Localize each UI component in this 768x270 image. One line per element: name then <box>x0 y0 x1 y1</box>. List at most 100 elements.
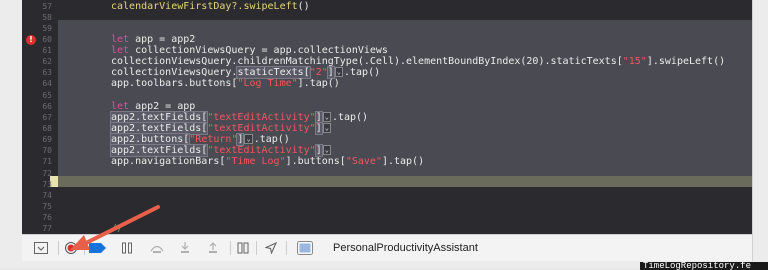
code-token[interactable]: app2.textFields[ <box>109 110 209 124</box>
step-out-icon <box>209 242 217 253</box>
code-text[interactable]: app2.buttons["Return"] ⌄ .tap() <box>109 133 290 147</box>
code-line[interactable]: 75 <box>22 201 752 212</box>
code-token: app = app2 <box>129 33 196 45</box>
code-token: "Time Log" <box>225 156 286 168</box>
app-icon <box>297 241 313 255</box>
code-editor[interactable]: 57 calendarViewFirstDay?.swipeLeft() 58 59 6… <box>22 0 752 234</box>
code-line[interactable]: 73 <box>22 179 752 190</box>
code-token: "15" <box>622 56 647 68</box>
code-token: // <box>111 223 124 234</box>
code-text[interactable]: app2.textFields["textEditActivity"] ⌄ <box>109 122 332 136</box>
code-token: app.toolbars.buttons[ <box>111 78 238 90</box>
tooltip: TimeLogRepository.fe <box>640 262 768 270</box>
line-number: 70 <box>42 146 52 156</box>
code-line[interactable]: 64 app.toolbars.buttons["Log Time"].tap() <box>22 78 752 89</box>
code-token: ].tap() <box>297 78 340 90</box>
line-number: 61 <box>42 46 52 56</box>
hide-debug-area-button[interactable] <box>30 239 52 257</box>
code-text[interactable]: let collectionViewsQuery = app.collectio… <box>111 45 388 56</box>
code-line[interactable]: 57 calendarViewFirstDay?.swipeLeft() <box>22 1 752 12</box>
code-token[interactable]: app2.textFields[ <box>109 122 209 136</box>
simulate-location-button[interactable] <box>262 239 280 257</box>
code-text[interactable]: let app2 = app <box>111 101 195 112</box>
code-line[interactable]: 68 app2.textFields["textEditActivity"] ⌄ <box>22 122 752 136</box>
code-line[interactable]: 60 let app = app2 <box>22 34 752 45</box>
pause-icon <box>122 242 132 254</box>
code-token[interactable]: ] <box>326 66 335 80</box>
code-token: "textEditActivity" <box>207 111 316 123</box>
separator <box>286 241 287 255</box>
code-text[interactable]: collectionViewsQuery.childrenMatchingTyp… <box>111 56 725 67</box>
line-number: 77 <box>42 224 52 234</box>
error-icon[interactable]: ! <box>26 35 36 45</box>
pause-continue-button[interactable] <box>118 239 136 257</box>
step-over-icon <box>150 245 164 253</box>
hide-debug-area-icon <box>34 242 48 254</box>
token-menu-chevron-icon[interactable]: ⌄ <box>322 145 331 156</box>
code-token: collectionViewsQuery = app.collectionVie… <box>129 45 388 57</box>
step-over-button <box>148 239 166 257</box>
code-line[interactable]: 66 let app2 = app <box>22 101 752 112</box>
code-line[interactable]: 72 <box>22 168 752 179</box>
code-line[interactable]: 65 <box>22 90 752 101</box>
code-token: "textEditActivity" <box>207 145 316 157</box>
code-token: () <box>297 0 310 12</box>
code-line[interactable]: 58 <box>22 12 752 23</box>
step-into-button <box>176 239 194 257</box>
line-number: 65 <box>42 90 52 100</box>
line-number: 71 <box>42 157 52 167</box>
code-line[interactable]: 69 app2.buttons["Return"] ⌄ .tap() <box>22 133 752 147</box>
code-line[interactable]: 59 <box>22 23 752 34</box>
step-out-button <box>204 239 222 257</box>
code-line[interactable]: 76 <box>22 212 752 223</box>
code-line[interactable]: 61 let collectionViewsQuery = app.collect… <box>22 45 752 56</box>
code-text[interactable]: app2.textFields["textEditActivity"] ⌄ <box>109 144 332 158</box>
code-token: "Save" <box>345 156 382 168</box>
code-token[interactable]: ] <box>314 110 323 124</box>
view-debugger-button[interactable] <box>234 239 252 257</box>
code-token: let <box>111 100 130 112</box>
record-ui-test-button[interactable] <box>62 239 80 257</box>
breakpoints-toggle-button[interactable] <box>88 239 108 257</box>
code-text[interactable]: collectionViewsQuery.staticTexts["2"] ⌄ .t… <box>111 66 380 80</box>
line-number: 74 <box>42 190 52 200</box>
code-text[interactable]: calendarViewFirstDay?.swipeLeft() <box>111 1 310 12</box>
code-text[interactable]: app.navigationBars["Time Log"].buttons["… <box>111 156 424 167</box>
code-text[interactable]: // <box>111 223 123 234</box>
token-menu-chevron-icon[interactable]: ⌄ <box>322 111 331 122</box>
code-token: .tap() <box>331 111 369 123</box>
right-pane-edge <box>752 0 768 268</box>
code-text[interactable]: app2.textFields["textEditActivity"] ⌄ .tap… <box>109 110 369 124</box>
line-number: 72 <box>42 168 52 178</box>
code-token[interactable]: ] <box>314 144 323 158</box>
code-line[interactable]: 63 collectionViewsQuery.staticTexts["2"] ⌄… <box>22 66 752 80</box>
line-number: 73 <box>42 179 52 189</box>
separator <box>256 241 257 255</box>
code-text[interactable]: let app = app2 <box>111 34 195 45</box>
code-line[interactable]: 71 app.navigationBars["Time Log"].buttons… <box>22 156 752 167</box>
token-menu-chevron-icon[interactable]: ⌄ <box>322 123 331 134</box>
line-number: 67 <box>42 112 52 122</box>
code-token: swipeLeft <box>243 0 298 12</box>
separator <box>58 241 59 255</box>
separator <box>84 241 85 255</box>
line-number: 66 <box>42 101 52 111</box>
code-line[interactable]: 67 app2.textFields["textEditActivity"] ⌄ .t… <box>22 110 752 124</box>
code-line[interactable]: 77 // <box>22 223 752 234</box>
code-token[interactable]: app2.buttons[ <box>109 133 191 147</box>
code-token[interactable]: ] <box>314 122 323 136</box>
code-line[interactable]: 74 <box>22 190 752 201</box>
line-number: 57 <box>42 1 52 11</box>
token-menu-chevron-icon[interactable]: ⌄ <box>244 134 253 145</box>
code-token[interactable]: app2.textFields[ <box>109 144 209 158</box>
code-token: collectionViewsQuery.childrenMatchingTyp… <box>111 56 623 68</box>
scheme-label[interactable]: PersonalProductivityAssistant <box>333 241 478 255</box>
code-text[interactable]: app.toolbars.buttons["Log Time"].tap() <box>111 78 340 89</box>
code-token[interactable]: staticTexts[ <box>236 66 311 80</box>
scheme-app-icon[interactable] <box>294 239 316 257</box>
code-token[interactable]: ] <box>236 133 245 147</box>
code-line[interactable]: 62 collectionViewsQuery.childrenMatchingT… <box>22 56 752 67</box>
token-menu-chevron-icon[interactable]: ⌄ <box>334 67 343 78</box>
code-line[interactable]: 70 app2.textFields["textEditActivity"] ⌄ <box>22 144 752 158</box>
code-token: calendarViewFirstDay?. <box>111 0 244 12</box>
